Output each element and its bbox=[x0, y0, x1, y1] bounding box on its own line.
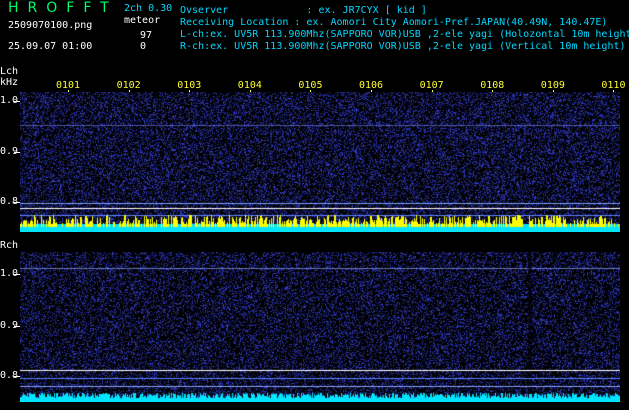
rch-spectrogram bbox=[20, 252, 620, 402]
location-line: Receiving Location : ex. Aomori City Aom… bbox=[180, 17, 608, 28]
datetime-label: 25.09.07 01:00 bbox=[8, 41, 93, 52]
lch-label: Lch bbox=[0, 66, 19, 77]
count-r: 0 bbox=[140, 41, 147, 52]
observer-line: Ovserver : ex. JR7CYX [ kid ] bbox=[180, 5, 427, 16]
lch-canvas bbox=[20, 92, 620, 232]
rch-canvas bbox=[20, 252, 620, 402]
lch-line: L-ch:ex. UV5R 113.900Mhz(SAPPORO VOR)USB… bbox=[180, 29, 629, 40]
type-label: meteor bbox=[124, 15, 161, 26]
rch-label: Rch bbox=[0, 240, 19, 251]
filename-label: 2509070100.png bbox=[8, 20, 93, 31]
rch-line: R-ch:ex. UV5R 113.900Mhz(SAPPORO VOR)USB… bbox=[180, 41, 626, 52]
lch-unit: kHz bbox=[0, 77, 19, 88]
mode-label: 2ch 0.30 bbox=[124, 3, 173, 14]
app-logo: HROFFT bbox=[8, 0, 118, 16]
lch-spectrogram bbox=[20, 92, 620, 232]
